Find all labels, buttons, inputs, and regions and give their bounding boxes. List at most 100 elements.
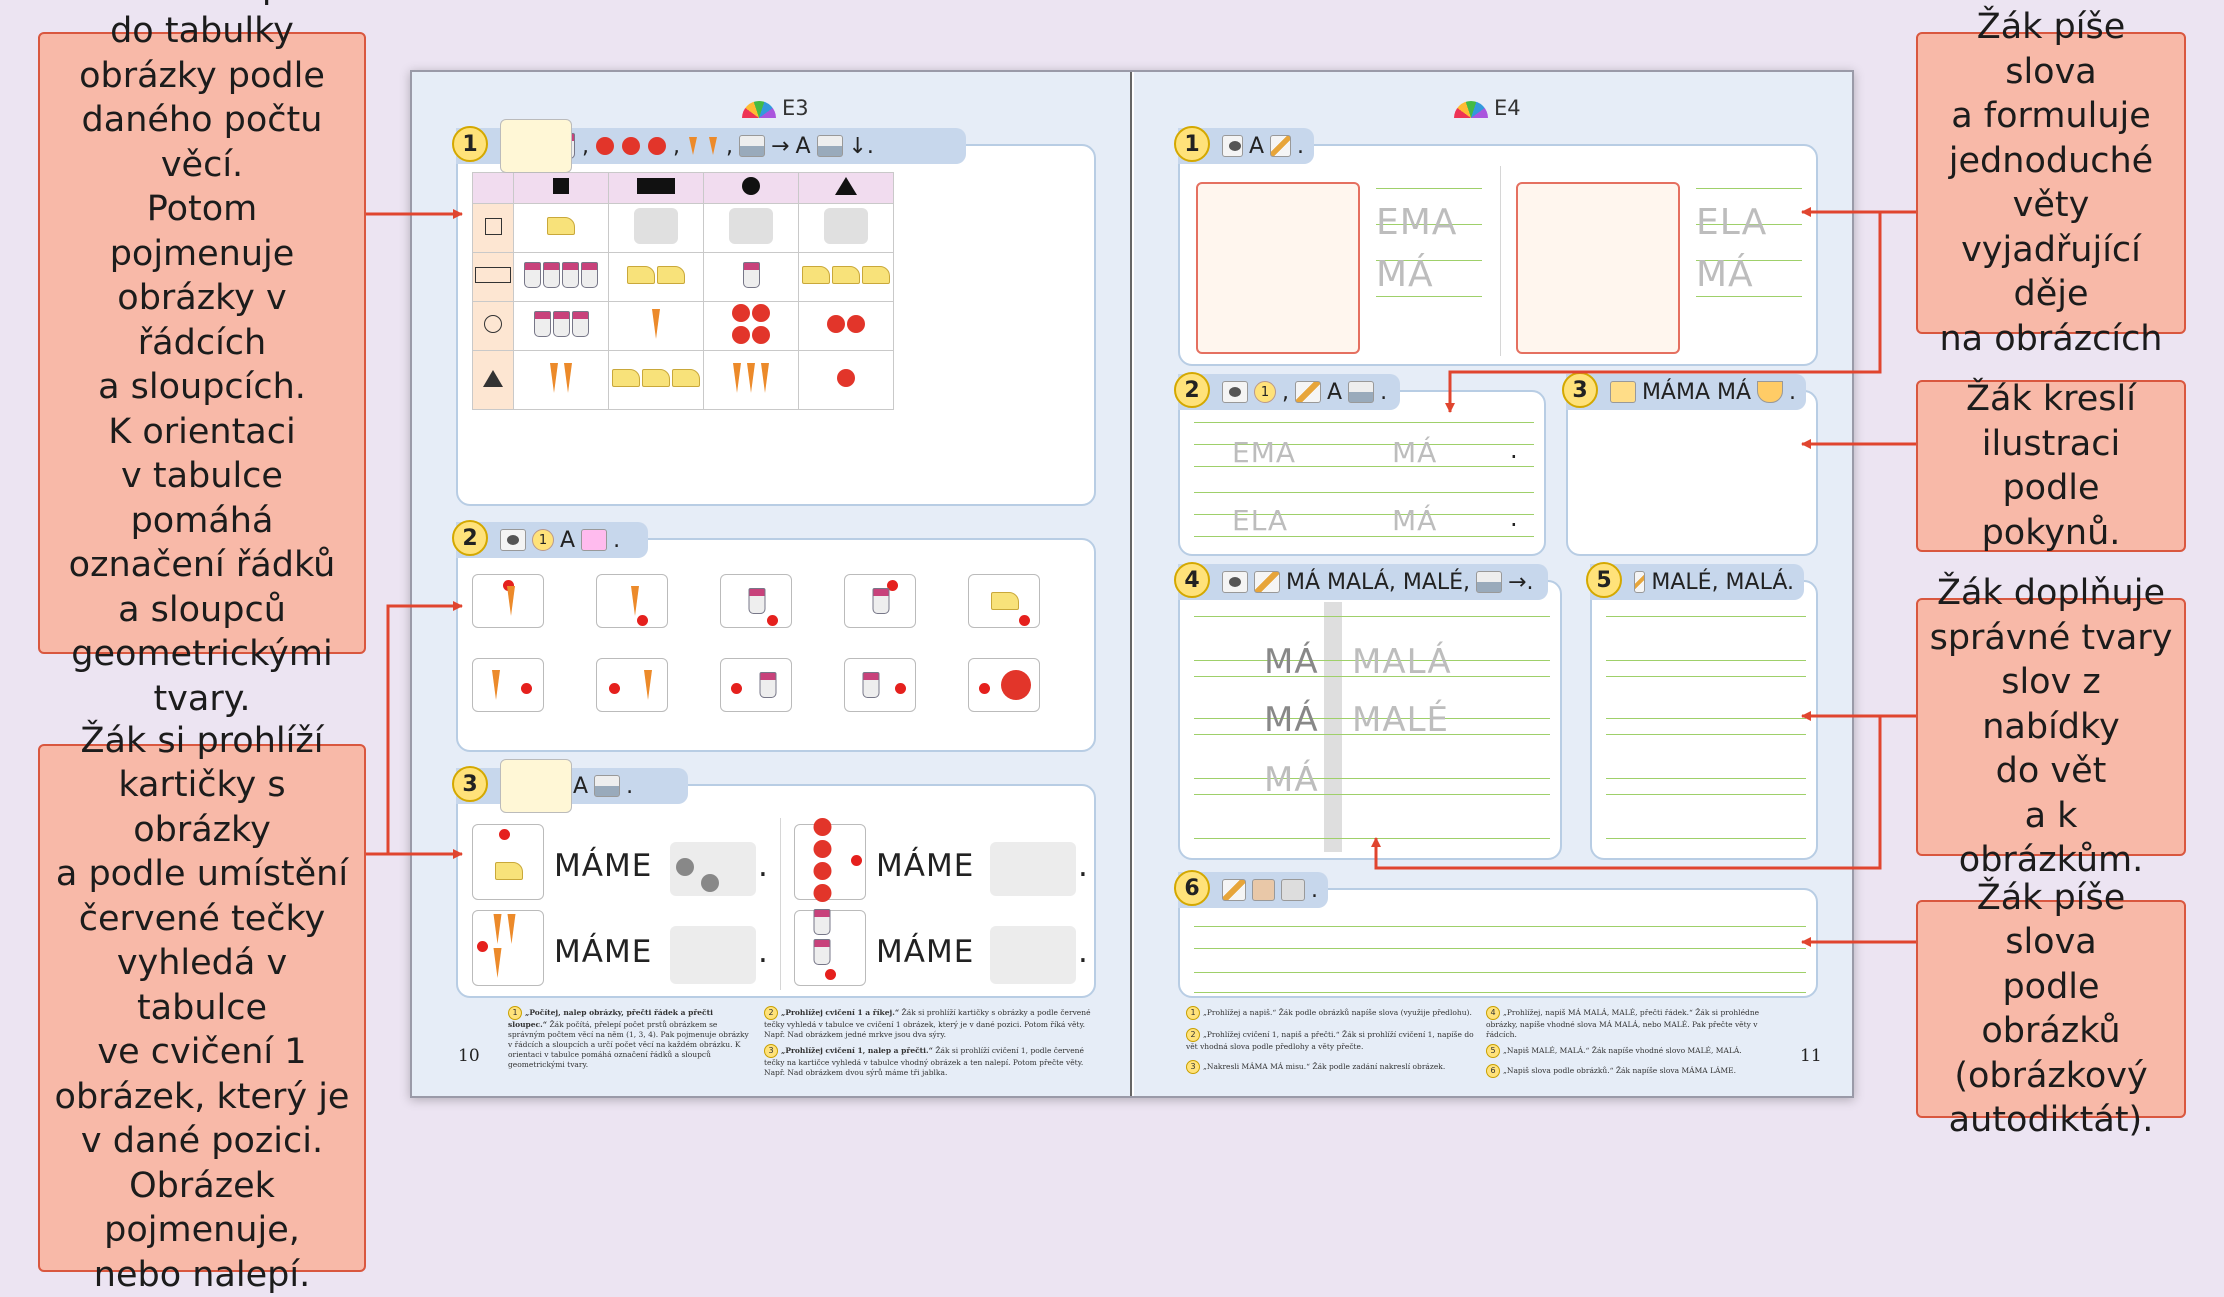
eye-icon — [500, 529, 526, 551]
exercise-5-header: MALÉ, MALÁ. — [1590, 564, 1804, 600]
table-cell — [608, 252, 704, 302]
bowl-icon — [1757, 381, 1783, 403]
workbook-spread: E3 , , , → A ↓. 1 1 A . 2 MÁME . MÁME . … — [410, 70, 1854, 1098]
page-code: E4 — [1454, 96, 1521, 120]
card-icon — [500, 759, 572, 813]
girl-dog-picture — [1196, 182, 1360, 354]
col-rectangle-header — [608, 172, 704, 204]
table-cell — [798, 301, 894, 351]
picture-card — [968, 658, 1040, 712]
picture-card — [472, 824, 544, 900]
table-cell — [798, 350, 894, 410]
sticker-slot[interactable] — [798, 203, 894, 253]
table-cell — [703, 301, 799, 351]
callout-complete-words: Žák doplňuje správné tvary slov z nabídk… — [1916, 573, 2186, 880]
card-icon — [500, 119, 572, 173]
exercise-number: 5 — [1586, 562, 1622, 598]
exercise-2-header: 1, A . — [1178, 374, 1400, 410]
callout-write-words: Žák píše slova a formuluje jednoduché vě… — [1916, 7, 2186, 359]
exercise-4-header: MÁ MALÁ, MALÉ, →. — [1178, 564, 1548, 600]
table-cell — [703, 350, 799, 410]
col-circle-header — [703, 172, 799, 204]
pencil-icon — [1222, 879, 1246, 901]
callout-draw-illustration: Žák kreslí ilustraci podle pokynů. — [1916, 379, 2186, 553]
glue-icon — [1476, 571, 1503, 593]
callout-picture-dictation: Žák píše slova podle obrázků (obrázkový … — [1916, 878, 2186, 1140]
picture-card — [794, 909, 866, 986]
pencil-icon — [1634, 571, 1646, 593]
crayons-icon — [1610, 381, 1636, 403]
exercise-number: 3 — [452, 766, 488, 802]
eye-icon — [1222, 571, 1248, 593]
lips-icon — [581, 529, 608, 551]
umbrella-icon — [1454, 100, 1488, 118]
glue-icon — [816, 135, 843, 157]
col-triangle-header — [798, 172, 894, 204]
table-cell — [703, 252, 799, 302]
exercise-number: 4 — [1174, 562, 1210, 598]
sticker-slot[interactable] — [670, 926, 756, 984]
table-cell — [798, 252, 894, 302]
hand-icon — [824, 208, 868, 244]
sticker-slot[interactable] — [703, 203, 799, 253]
exercise-number: 2 — [1174, 372, 1210, 408]
pencil-icon — [1254, 571, 1280, 593]
footnote-1: 1 „Prohlížej a napiš.“ Žák podle obrázků … — [1186, 1006, 1476, 1020]
pencil-icon — [1295, 381, 1321, 403]
girl-horse-picture — [1516, 182, 1680, 354]
picture-card — [472, 658, 544, 712]
exercise-number: 6 — [1174, 870, 1210, 906]
breaking-icon — [1281, 879, 1306, 901]
row-triangle-header — [472, 350, 514, 410]
exercise-3-header: 1, A . — [456, 759, 688, 813]
circle-outline-icon — [484, 315, 502, 333]
footnote-6: 6 „Napiš slova podle obrázků.“ Žák napíše… — [1486, 1064, 1786, 1078]
cheese-icon — [547, 217, 575, 235]
picture-card — [472, 910, 544, 986]
page-number: 11 — [1800, 1046, 1822, 1066]
footnote-5: 5 „Napiš MALÉ, MALÁ.“ Žák napíše vhodné s… — [1486, 1044, 1786, 1058]
picture-card — [472, 574, 544, 628]
sticker-slot[interactable] — [608, 203, 704, 253]
hand-icon — [634, 208, 678, 244]
exercise-1-header: , , , → A ↓. — [456, 119, 966, 173]
exercise-number: 2 — [452, 520, 488, 556]
table-cell — [513, 252, 609, 302]
page-code: E3 — [742, 96, 809, 120]
row-square-header — [472, 203, 514, 253]
callout-cards-instructions: Žák si prohlíží kartičky s obrázky a pod… — [38, 721, 366, 1295]
mother-icon — [1251, 879, 1276, 901]
triangle-outline-icon — [483, 369, 503, 387]
picture-card — [968, 574, 1040, 628]
table-cell — [513, 203, 609, 253]
triangle-icon — [835, 177, 857, 195]
table-cell — [608, 350, 704, 410]
footnote-1: 1 „Počítej, nalep obrázky, přečti řádek a… — [508, 1006, 749, 1069]
sticker-slot[interactable] — [990, 926, 1076, 984]
col-square-header — [513, 172, 609, 204]
picture-card — [720, 574, 792, 628]
picture-card — [596, 658, 668, 712]
footnote-2: 2 „Prohlížej cvičení 1, napiš a přečti.“ … — [1186, 1028, 1474, 1051]
picture-card — [596, 574, 668, 628]
exercise-2-box — [456, 538, 1096, 752]
picture-card — [794, 818, 866, 902]
exercise-5-box — [1590, 580, 1818, 860]
row-rectangle-header — [472, 252, 514, 302]
exercise-3-header: MÁMA MÁ . — [1566, 374, 1806, 410]
exercise-2-box: EMA MÁ ELA MÁ . . — [1178, 390, 1546, 556]
glue-icon — [739, 135, 765, 157]
row-circle-header — [472, 301, 514, 351]
eye-icon — [1222, 135, 1243, 157]
picture-table — [472, 172, 894, 410]
footnote-3: 3 „Prohlížej cvičení 1, nalep a přečti.“ … — [764, 1044, 1084, 1077]
exercise-1-box: EMA MÁ ELA MÁ — [1178, 144, 1818, 366]
callout-table-instructions: Žák nalepí do tabulky obrázky podle dané… — [38, 0, 366, 719]
table-cell — [608, 301, 704, 351]
footnote-2: 2 „Prohlížej cvičení 1 a říkej.“ Žák si p… — [764, 1006, 1091, 1039]
exercise-number: 1 — [1174, 126, 1210, 162]
sticker-slot[interactable] — [670, 842, 756, 896]
exercise-3-drawing-box[interactable] — [1566, 390, 1818, 556]
eye-icon — [1222, 381, 1248, 403]
sticker-slot[interactable] — [990, 842, 1076, 896]
